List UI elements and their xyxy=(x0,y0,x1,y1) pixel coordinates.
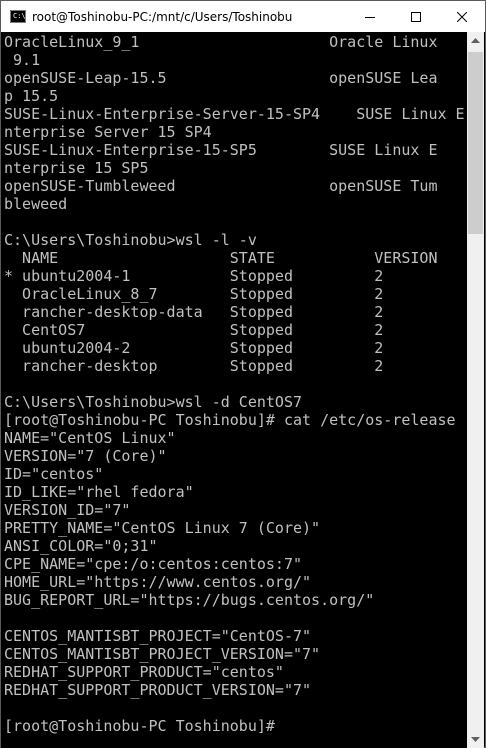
terminal-output[interactable]: OracleLinux_9_1 Oracle Linux 9.1 openSUSE… xyxy=(1,32,467,748)
scroll-up-button[interactable] xyxy=(467,32,484,49)
maximize-icon xyxy=(411,11,421,22)
terminal-line: rancher-desktop Stopped 2 xyxy=(4,357,384,375)
terminal-line: bleweed xyxy=(4,195,68,213)
terminal-line: openSUSE-Tumbleweed openSUSE Tum xyxy=(4,177,438,195)
terminal-line: VERSION_ID="7" xyxy=(4,501,131,519)
window-title: root@Toshinobu-PC:/mnt/c/Users/Toshinobu xyxy=(32,9,293,24)
maximize-button[interactable] xyxy=(393,1,439,32)
terminal-window: C:\ root@Toshinobu-PC:/mnt/c/Users/Toshi… xyxy=(0,0,486,748)
chevron-down-icon xyxy=(471,736,480,742)
terminal-line: [root@Toshinobu-PC Toshinobu]# xyxy=(4,717,275,735)
terminal-line: C:\Users\Toshinobu>wsl -d CentOS7 xyxy=(4,393,303,411)
chevron-up-icon xyxy=(471,37,480,43)
scroll-down-button[interactable] xyxy=(467,731,484,748)
terminal-line: 9.1 xyxy=(4,51,41,69)
terminal-line: [root@Toshinobu-PC Toshinobu]# cat /etc/… xyxy=(4,411,456,429)
terminal-line: p 15.5 xyxy=(4,87,59,105)
terminal-line: CPE_NAME="cpe:/o:centos:centos:7" xyxy=(4,555,303,573)
terminal-lines: OracleLinux_9_1 Oracle Linux 9.1 openSUSE… xyxy=(4,33,465,735)
terminal-line: nterprise 15 SP5 xyxy=(4,159,149,177)
terminal-line: ANSI_COLOR="0;31" xyxy=(4,537,158,555)
terminal-line: nterprise Server 15 SP4 xyxy=(4,123,212,141)
terminal-line: PRETTY_NAME="CentOS Linux 7 (Core)" xyxy=(4,519,321,537)
terminal-line: REDHAT_SUPPORT_PRODUCT="centos" xyxy=(4,663,284,681)
terminal-line: SUSE-Linux-Enterprise-15-SP5 SUSE Linux … xyxy=(4,141,438,159)
vertical-scrollbar[interactable] xyxy=(467,32,484,748)
terminal-line: NAME STATE VERSION xyxy=(4,249,438,267)
scrollbar-thumb[interactable] xyxy=(468,52,483,234)
terminal-line: REDHAT_SUPPORT_PRODUCT_VERSION="7" xyxy=(4,681,312,699)
terminal-line: ubuntu2004-2 Stopped 2 xyxy=(4,339,384,357)
terminal-line: CENTOS_MANTISBT_PROJECT="CentOS-7" xyxy=(4,627,312,645)
terminal-line: VERSION="7 (Core)" xyxy=(4,447,167,465)
terminal-line: * ubuntu2004-1 Stopped 2 xyxy=(4,267,384,285)
minimize-button[interactable] xyxy=(347,1,393,32)
terminal-line: HOME_URL="https://www.centos.org/" xyxy=(4,573,312,591)
terminal-line: openSUSE-Leap-15.5 openSUSE Lea xyxy=(4,69,438,87)
app-icon-label: C:\ xyxy=(13,12,26,20)
terminal-line: SUSE-Linux-Enterprise-Server-15-SP4 SUSE… xyxy=(4,105,465,123)
terminal-line: rancher-desktop-data Stopped 2 xyxy=(4,303,384,321)
terminal-line: CENTOS_MANTISBT_PROJECT_VERSION="7" xyxy=(4,645,321,663)
terminal-line: OracleLinux_9_1 Oracle Linux xyxy=(4,33,438,51)
terminal-line: CentOS7 Stopped 2 xyxy=(4,321,384,339)
console-app-icon[interactable]: C:\ xyxy=(10,10,26,23)
close-icon xyxy=(457,11,467,22)
terminal-line: ID_LIKE="rhel fedora" xyxy=(4,483,194,501)
terminal-line: ID="centos" xyxy=(4,465,104,483)
terminal-line: OracleLinux_8_7 Stopped 2 xyxy=(4,285,384,303)
terminal-line: C:\Users\Toshinobu>wsl -l -v xyxy=(4,231,257,249)
title-bar[interactable]: C:\ root@Toshinobu-PC:/mnt/c/Users/Toshi… xyxy=(1,1,485,32)
minimize-icon xyxy=(365,16,375,18)
terminal-line: NAME="CentOS Linux" xyxy=(4,429,176,447)
terminal-line: BUG_REPORT_URL="https://bugs.centos.org/… xyxy=(4,591,375,609)
close-button[interactable] xyxy=(439,1,485,32)
